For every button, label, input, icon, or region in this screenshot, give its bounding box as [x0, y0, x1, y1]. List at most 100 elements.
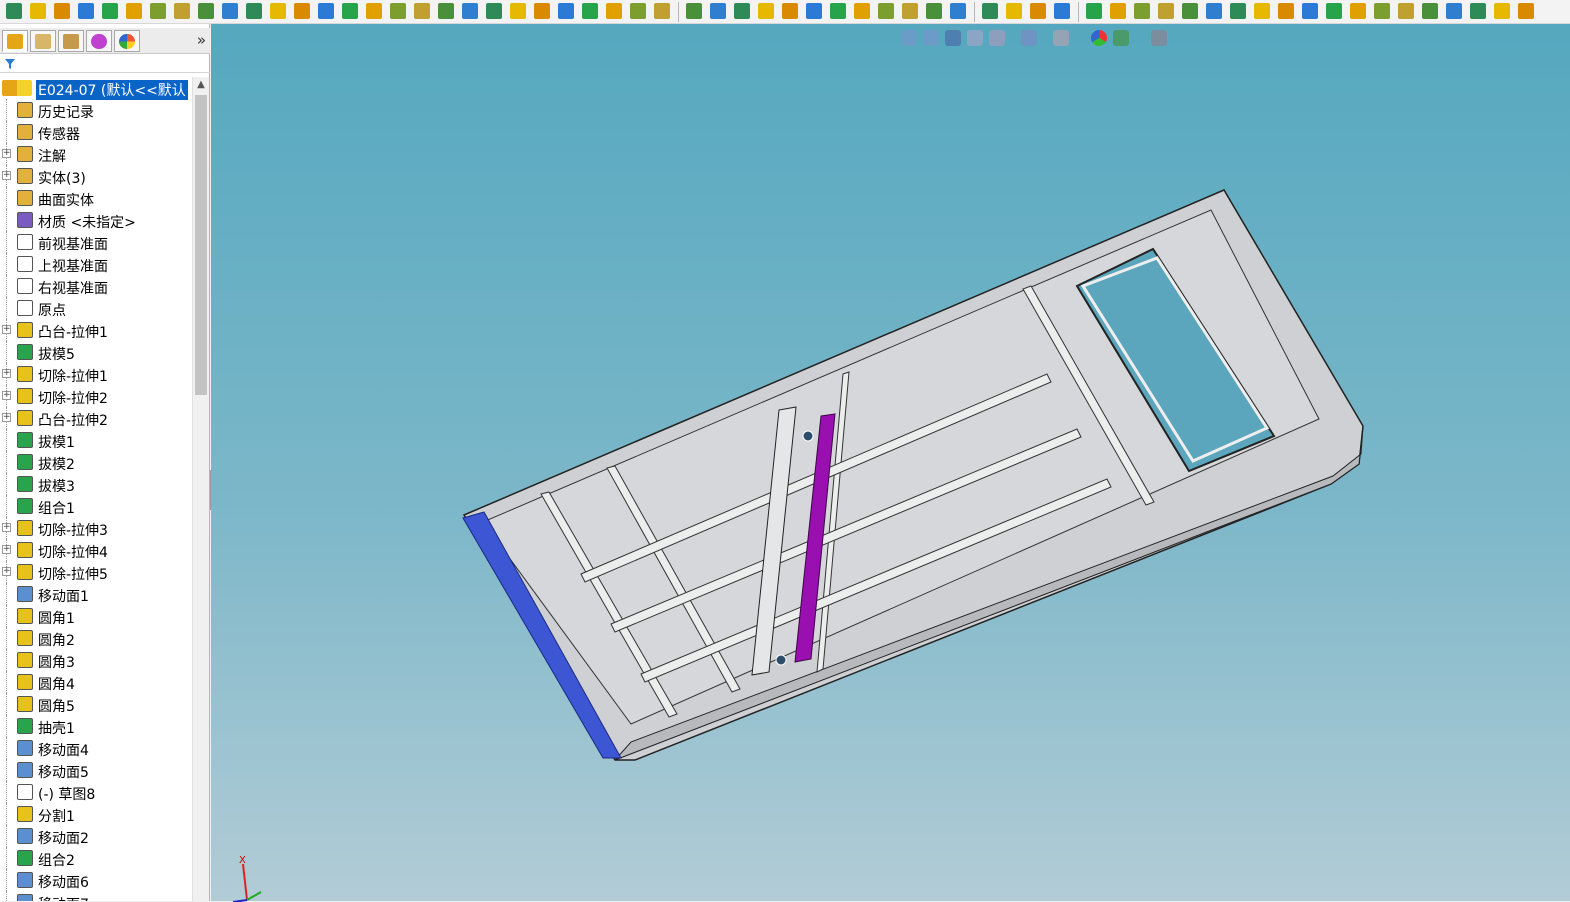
toolbar-command-icon[interactable]: [534, 3, 550, 19]
tree-item[interactable]: 拔模1: [0, 429, 192, 451]
toolbar-command-icon[interactable]: [926, 3, 942, 19]
tree-item[interactable]: + 切除-拉伸3: [0, 517, 192, 539]
tree-item[interactable]: 移动面2: [0, 825, 192, 847]
toolbar-command-icon[interactable]: [126, 3, 142, 19]
graphics-viewport[interactable]: X: [211, 24, 1570, 902]
tree-item[interactable]: 前视基准面: [0, 231, 192, 253]
tree-item[interactable]: 组合1: [0, 495, 192, 517]
expand-panel-button[interactable]: »: [197, 31, 206, 49]
scroll-thumb[interactable]: [195, 95, 207, 395]
expand-toggle-icon[interactable]: +: [2, 567, 11, 576]
toolbar-command-icon[interactable]: [782, 3, 798, 19]
tree-filter[interactable]: [0, 55, 210, 73]
toolbar-command-icon[interactable]: [758, 3, 774, 19]
toolbar-command-icon[interactable]: [1254, 3, 1270, 19]
toolbar-command-icon[interactable]: [854, 3, 870, 19]
tree-item[interactable]: 圆角4: [0, 671, 192, 693]
toolbar-command-icon[interactable]: [390, 3, 406, 19]
toolbar-command-icon[interactable]: [1230, 3, 1246, 19]
toolbar-command-icon[interactable]: [606, 3, 622, 19]
tree-item[interactable]: 分割1: [0, 803, 192, 825]
toolbar-command-icon[interactable]: [198, 3, 214, 19]
expand-toggle-icon[interactable]: +: [2, 523, 11, 532]
toolbar-command-icon[interactable]: [878, 3, 894, 19]
toolbar-command-icon[interactable]: [1030, 3, 1046, 19]
tree-item[interactable]: 拔模3: [0, 473, 192, 495]
expand-toggle-icon[interactable]: +: [2, 413, 11, 422]
toolbar-command-icon[interactable]: [150, 3, 166, 19]
toolbar-command-icon[interactable]: [950, 3, 966, 19]
tab-propertymanager[interactable]: [30, 30, 56, 52]
toolbar-command-icon[interactable]: [1470, 3, 1486, 19]
tree-item[interactable]: + 实体(3): [0, 165, 192, 187]
expand-toggle-icon[interactable]: +: [2, 391, 11, 400]
tree-item[interactable]: 圆角1: [0, 605, 192, 627]
tree-item[interactable]: 移动面5: [0, 759, 192, 781]
toolbar-command-icon[interactable]: [1374, 3, 1390, 19]
toolbar-command-icon[interactable]: [1158, 3, 1174, 19]
toolbar-command-icon[interactable]: [710, 3, 726, 19]
tree-item[interactable]: 材质 <未指定>: [0, 209, 192, 231]
scroll-up-icon[interactable]: ▲: [195, 79, 207, 91]
toolbar-command-icon[interactable]: [1182, 3, 1198, 19]
tree-item[interactable]: + 切除-拉伸5: [0, 561, 192, 583]
toolbar-command-icon[interactable]: [270, 3, 286, 19]
expand-toggle-icon[interactable]: +: [2, 545, 11, 554]
toolbar-command-icon[interactable]: [630, 3, 646, 19]
toolbar-command-icon[interactable]: [510, 3, 526, 19]
tree-item[interactable]: + 切除-拉伸1: [0, 363, 192, 385]
toolbar-command-icon[interactable]: [30, 3, 46, 19]
toolbar-command-icon[interactable]: [1422, 3, 1438, 19]
tab-featuremanager[interactable]: [2, 30, 28, 52]
tab-dimxpert[interactable]: [86, 30, 112, 52]
toolbar-command-icon[interactable]: [1086, 3, 1102, 19]
tree-item[interactable]: 右视基准面: [0, 275, 192, 297]
toolbar-command-icon[interactable]: [222, 3, 238, 19]
toolbar-command-icon[interactable]: [414, 3, 430, 19]
toolbar-command-icon[interactable]: [1054, 3, 1070, 19]
toolbar-command-icon[interactable]: [246, 3, 262, 19]
toolbar-command-icon[interactable]: [830, 3, 846, 19]
tree-item[interactable]: 拔模2: [0, 451, 192, 473]
toolbar-command-icon[interactable]: [558, 3, 574, 19]
toolbar-command-icon[interactable]: [102, 3, 118, 19]
toolbar-command-icon[interactable]: [1206, 3, 1222, 19]
toolbar-command-icon[interactable]: [462, 3, 478, 19]
tree-item[interactable]: 传感器: [0, 121, 192, 143]
tree-item[interactable]: 拔模5: [0, 341, 192, 363]
toolbar-command-icon[interactable]: [486, 3, 502, 19]
tree-item[interactable]: 组合2: [0, 847, 192, 869]
tree-item[interactable]: + 切除-拉伸2: [0, 385, 192, 407]
toolbar-command-icon[interactable]: [1446, 3, 1462, 19]
expand-toggle-icon[interactable]: +: [2, 369, 11, 378]
toolbar-command-icon[interactable]: [318, 3, 334, 19]
tree-item[interactable]: 圆角2: [0, 627, 192, 649]
toolbar-command-icon[interactable]: [1134, 3, 1150, 19]
toolbar-command-icon[interactable]: [1494, 3, 1510, 19]
toolbar-command-icon[interactable]: [1398, 3, 1414, 19]
toolbar-command-icon[interactable]: [1278, 3, 1294, 19]
tab-display-manager[interactable]: [114, 30, 140, 52]
tab-configurationmanager[interactable]: [58, 30, 84, 52]
tree-root-part[interactable]: E024-07 (默认<<默认: [0, 77, 192, 100]
toolbar-command-icon[interactable]: [686, 3, 702, 19]
tree-item[interactable]: 移动面6: [0, 869, 192, 891]
toolbar-command-icon[interactable]: [6, 3, 22, 19]
toolbar-command-icon[interactable]: [1326, 3, 1342, 19]
tree-item[interactable]: 圆角5: [0, 693, 192, 715]
toolbar-command-icon[interactable]: [174, 3, 190, 19]
expand-toggle-icon[interactable]: +: [2, 325, 11, 334]
toolbar-command-icon[interactable]: [1350, 3, 1366, 19]
toolbar-command-icon[interactable]: [54, 3, 70, 19]
toolbar-command-icon[interactable]: [294, 3, 310, 19]
tree-scrollbar[interactable]: ▲: [192, 77, 209, 901]
expand-toggle-icon[interactable]: +: [2, 149, 11, 158]
tree-item[interactable]: + 注解: [0, 143, 192, 165]
tree-item[interactable]: + 凸台-拉伸1: [0, 319, 192, 341]
tree-item[interactable]: 移动面4: [0, 737, 192, 759]
toolbar-command-icon[interactable]: [582, 3, 598, 19]
tree-item[interactable]: + 凸台-拉伸2: [0, 407, 192, 429]
tree-item[interactable]: 上视基准面: [0, 253, 192, 275]
expand-toggle-icon[interactable]: +: [2, 171, 11, 180]
toolbar-command-icon[interactable]: [1302, 3, 1318, 19]
